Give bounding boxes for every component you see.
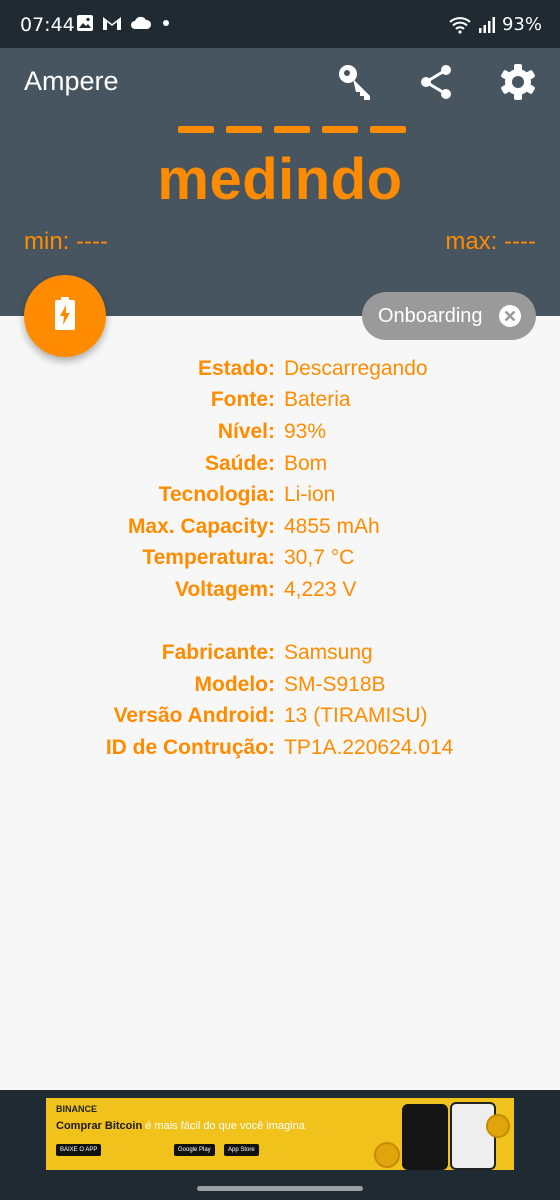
- battery-fab[interactable]: [24, 275, 106, 357]
- info-value: 4,223 V: [284, 577, 357, 601]
- gmail-icon: [102, 15, 122, 31]
- info-label: Voltagem:: [175, 577, 275, 601]
- info-label: Nível:: [217, 419, 275, 443]
- app-title: Ampere: [24, 66, 119, 96]
- coin-image: [486, 1114, 510, 1138]
- dot-icon: [160, 17, 172, 29]
- info-row: Modelo: SM-S918B: [0, 669, 560, 701]
- info-row: Nível: 93%: [0, 416, 560, 448]
- reading-placeholder-dashes: [178, 126, 406, 133]
- info-label: Tecnologia:: [158, 483, 275, 507]
- coin-image: [374, 1142, 400, 1168]
- info-value: 93%: [284, 419, 327, 443]
- app-header: Ampere medindo min: ---- max: ----: [0, 48, 560, 316]
- info-value: TP1A.220624.014: [284, 735, 454, 759]
- ad-banner[interactable]: BINANCE Comprar Bitcoin é mais fácil do …: [46, 1098, 514, 1170]
- onboarding-chip[interactable]: Onboarding: [362, 292, 536, 340]
- ad-brand: BINANCE: [56, 1104, 98, 1114]
- info-label: Fabricante:: [161, 641, 275, 665]
- signal-icon: [478, 16, 496, 34]
- status-bar: 07:44 93%: [0, 0, 560, 48]
- battery-info-list: Estado: Descarregando Fonte: Bateria Nível…: [0, 353, 560, 764]
- ad-phone-image: [402, 1104, 448, 1170]
- info-value: 13 (TIRAMISU): [284, 704, 428, 728]
- info-label: ID de Contrução:: [105, 735, 275, 759]
- info-label: Temperatura:: [142, 546, 275, 570]
- share-icon[interactable]: [414, 60, 458, 104]
- info-value: 30,7 °C: [284, 546, 355, 570]
- meter-reading: medindo: [157, 147, 403, 212]
- cloud-icon: [130, 16, 152, 30]
- info-row: ID de Contrução: TP1A.220624.014: [0, 732, 560, 764]
- info-label: Fonte:: [210, 388, 275, 412]
- info-row: Voltagem: 4,223 V: [0, 574, 560, 606]
- close-icon[interactable]: [498, 304, 522, 328]
- info-value: Descarregando: [284, 356, 428, 380]
- wifi-icon: [448, 16, 472, 34]
- info-row: Versão Android: 13 (TIRAMISU): [0, 701, 560, 733]
- ad-bar: BINANCE Comprar Bitcoin é mais fácil do …: [0, 1090, 560, 1200]
- battery-charging-icon: [54, 296, 76, 336]
- app-store-badge[interactable]: App Store: [224, 1144, 259, 1156]
- info-label: Max. Capacity:: [127, 514, 275, 538]
- gallery-icon: [76, 14, 94, 32]
- ad-headline: Comprar Bitcoin é mais fácil do que você…: [56, 1120, 305, 1132]
- info-value: Li-ion: [284, 483, 336, 507]
- battery-percent: 93%: [501, 14, 542, 35]
- info-row: Saúde: Bom: [0, 448, 560, 480]
- info-label: Modelo:: [194, 672, 275, 696]
- info-label: Saúde:: [204, 451, 275, 475]
- max-value: max: ----: [445, 228, 536, 255]
- info-value: Bom: [284, 451, 328, 475]
- info-value: Samsung: [284, 641, 373, 665]
- ad-cta-button[interactable]: BAIXE O APP: [56, 1144, 102, 1156]
- status-time: 07:44: [20, 14, 75, 36]
- ad-phone-image: [450, 1102, 496, 1170]
- key-icon[interactable]: [334, 60, 378, 104]
- info-row: Fabricante: Samsung: [0, 637, 560, 669]
- info-value: SM-S918B: [284, 672, 386, 696]
- info-label: Estado:: [197, 356, 275, 380]
- info-row: Estado: Descarregando: [0, 353, 560, 385]
- info-value: Bateria: [284, 388, 351, 412]
- info-row: Tecnologia: Li-ion: [0, 479, 560, 511]
- info-label: Versão Android:: [113, 704, 275, 728]
- info-row: Temperatura: 30,7 °C: [0, 543, 560, 575]
- home-indicator[interactable]: [197, 1186, 363, 1191]
- onboarding-label: Onboarding: [378, 304, 483, 327]
- info-row: Fonte: Bateria: [0, 385, 560, 417]
- min-value: min: ----: [24, 228, 108, 255]
- info-value: 4855 mAh: [284, 514, 380, 538]
- info-row: Max. Capacity: 4855 mAh: [0, 511, 560, 543]
- google-play-badge[interactable]: Google Play: [174, 1144, 215, 1156]
- settings-icon[interactable]: [496, 60, 540, 104]
